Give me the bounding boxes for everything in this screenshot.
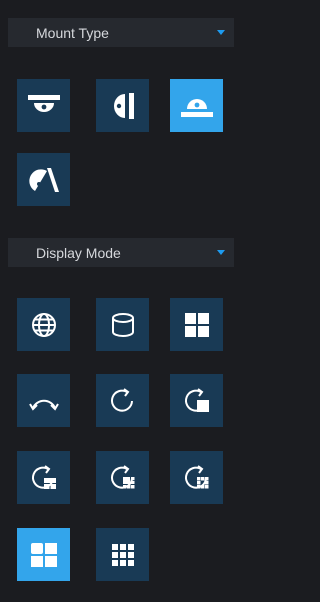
four-view-mode-button[interactable] (17, 528, 70, 581)
quad-split-icon (183, 311, 211, 339)
four-view-icon (29, 541, 59, 569)
mount-type-label: Mount Type (36, 24, 109, 41)
rotate-mode-button[interactable] (96, 374, 149, 427)
chevron-down-icon[interactable] (217, 250, 225, 255)
rotate-6-view-mode-button[interactable] (96, 451, 149, 504)
rotate-with-8-view-icon (182, 463, 212, 493)
fisheye-settings-panel: Mount Type Display Mode (0, 0, 241, 602)
ceiling-mount-button[interactable] (17, 79, 70, 132)
tilted-mount-button[interactable] (17, 153, 70, 206)
rotate-with-6-view-icon (108, 463, 138, 493)
desktop-mount-icon (179, 93, 215, 119)
quad-split-mode-button[interactable] (170, 298, 223, 351)
wall-mount-icon (108, 91, 138, 121)
display-mode-label: Display Mode (36, 244, 121, 261)
nine-view-icon (110, 542, 136, 568)
rotate-single-view-mode-button[interactable] (170, 374, 223, 427)
cylinder-mode-button[interactable] (96, 298, 149, 351)
cylinder-icon (108, 310, 138, 340)
desktop-mount-button[interactable] (170, 79, 223, 132)
nine-view-mode-button[interactable] (96, 528, 149, 581)
wall-mount-button[interactable] (96, 79, 149, 132)
rotate-8-view-mode-button[interactable] (170, 451, 223, 504)
rotate-with-3-view-icon (29, 463, 59, 493)
panorama-arc-icon (27, 389, 61, 413)
rotate-with-single-view-icon (182, 386, 212, 416)
rotate-3-view-mode-button[interactable] (17, 451, 70, 504)
mount-type-dropdown[interactable]: Mount Type (8, 18, 234, 47)
rotate-icon (108, 386, 138, 416)
globe-mode-button[interactable] (17, 298, 70, 351)
chevron-down-icon[interactable] (217, 30, 225, 35)
globe-icon (29, 310, 59, 340)
tilted-mount-icon (27, 163, 61, 197)
panorama-arc-mode-button[interactable] (17, 374, 70, 427)
display-mode-dropdown[interactable]: Display Mode (8, 238, 234, 267)
ceiling-mount-icon (26, 93, 62, 119)
